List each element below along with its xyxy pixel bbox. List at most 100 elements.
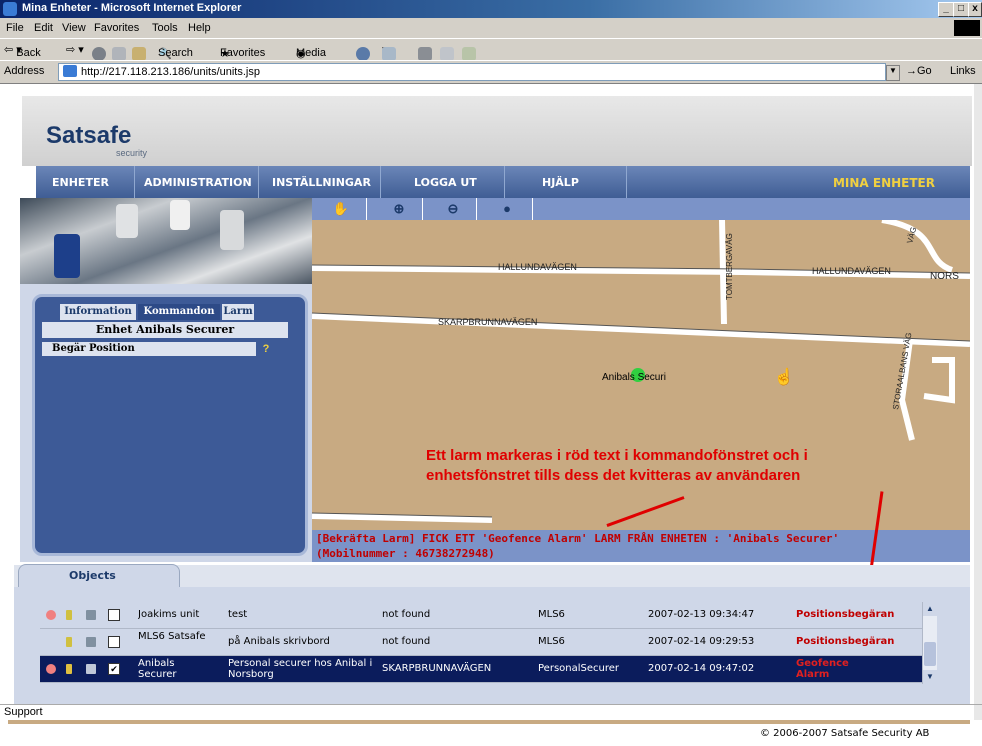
tab-objects[interactable]: Objects <box>18 564 180 587</box>
street-label: HALLUNDAVÄGEN <box>812 266 891 276</box>
table-row[interactable]: MLS6 Satsafe på Anibals skrivbord not fo… <box>40 629 922 656</box>
zoom-out-icon[interactable]: ⊖ <box>438 200 468 218</box>
edit-icon[interactable] <box>86 664 96 674</box>
menu-view[interactable]: View <box>62 22 86 34</box>
scroll-up-icon[interactable]: ▲ <box>923 602 937 616</box>
hand-cursor-icon: ☝ <box>774 367 794 386</box>
links-button[interactable]: Links <box>950 65 976 77</box>
hand-icon[interactable]: ✋ <box>326 200 356 218</box>
annotation-text: Ett larm markeras i röd text i kommandof… <box>426 446 956 486</box>
unit-time: 2007-02-14 09:29:53 <box>648 636 755 647</box>
street-label: HALLUNDAVÄGEN <box>498 262 577 272</box>
go-label: Go <box>917 65 932 77</box>
map-toolbar: ✋ ⊕ ⊖ ● <box>312 198 970 220</box>
nav-administration[interactable]: ADMINISTRATION <box>144 176 252 189</box>
header-band <box>22 96 972 166</box>
media-label: Media <box>296 47 326 59</box>
back-label: Back <box>16 47 41 59</box>
annotation-line-2: enhetsfönstret tills dess det kvitteras … <box>426 467 801 484</box>
unit-location: not found <box>382 636 431 647</box>
status-bar: Support <box>0 704 982 721</box>
row-checkbox[interactable] <box>108 609 120 621</box>
unit-desc: test <box>228 609 248 620</box>
street-label: SKARPBRUNNAVÄGEN <box>438 317 537 327</box>
pin-icon <box>66 637 72 647</box>
close-button[interactable]: x <box>968 2 982 17</box>
address-bar: Address http://217.118.213.186/units/uni… <box>0 60 982 84</box>
command-unit-title: Enhet Anibals Securer <box>42 322 288 338</box>
unit-time: 2007-02-13 09:34:47 <box>648 609 755 620</box>
menu-favorites[interactable]: Favorites <box>94 22 139 34</box>
unit-desc: på Anibals skrivbord <box>228 636 330 647</box>
nav-logga-ut[interactable]: LOGGA UT <box>414 176 477 189</box>
nav-current-page: MINA ENHETER <box>832 176 935 190</box>
main-nav: ENHETER ADMINISTRATION INSTÄLLNINGAR LOG… <box>36 166 970 198</box>
menu-help[interactable]: Help <box>188 22 211 34</box>
scroll-down-icon[interactable]: ▼ <box>923 670 937 684</box>
menu-tools[interactable]: Tools <box>152 22 178 34</box>
alarm-message[interactable]: [Bekräfta Larm] FICK ETT 'Geofence Alarm… <box>316 531 876 561</box>
go-button[interactable]: →Go <box>906 65 932 77</box>
unit-status[interactable]: Positionsbegäran <box>796 629 920 655</box>
pin-icon <box>66 664 72 674</box>
nav-hjalp[interactable]: HJÄLP <box>542 176 579 189</box>
windows-logo-icon <box>954 20 980 36</box>
search-label: Search <box>158 47 193 59</box>
back-button[interactable]: ⇦ Back ▾ <box>4 43 41 59</box>
objects-tab-label: Objects <box>69 569 116 582</box>
maximize-button[interactable]: □ <box>953 2 969 17</box>
tab-kommandon[interactable]: Kommandon <box>138 304 220 320</box>
address-label: Address <box>4 65 45 77</box>
unit-type: PersonalSecurer <box>538 663 620 674</box>
unit-name: Joakims unit <box>138 609 200 620</box>
menu-file[interactable]: File <box>6 22 24 34</box>
zoom-in-icon[interactable]: ⊕ <box>384 200 414 218</box>
browser-toolbar: ⇦ Back ▾ ⇨ ▾ 🔍Search ★Favorites ◉Media ▾ <box>0 38 982 61</box>
forward-button[interactable]: ⇨ ▾ <box>66 43 84 56</box>
row-checkbox-checked[interactable]: ✔ <box>108 663 120 675</box>
table-row-selected[interactable]: ✔ Anibals Securer Personal securer hos A… <box>40 656 922 683</box>
annotation-line-1: Ett larm markeras i röd text i kommandof… <box>426 447 808 464</box>
address-input[interactable]: http://217.118.213.186/units/units.jsp <box>58 63 886 81</box>
minimize-button[interactable]: _ <box>938 2 954 17</box>
favorites-label: Favorites <box>220 47 266 59</box>
tab-larm[interactable]: Larm <box>222 304 254 320</box>
header-photo <box>20 198 312 284</box>
address-dropdown-icon[interactable]: ▼ <box>886 65 900 81</box>
scroll-thumb[interactable] <box>924 642 936 666</box>
window-titlebar[interactable]: Mina Enheter - Microsoft Internet Explor… <box>0 0 982 18</box>
mail-icon[interactable]: ▾ <box>382 43 396 61</box>
command-begar-position[interactable]: Begär Position <box>42 342 256 356</box>
ie-icon <box>3 2 17 16</box>
unit-time: 2007-02-14 09:47:02 <box>648 663 755 674</box>
edit-icon[interactable] <box>86 610 96 620</box>
unit-name: MLS6 Satsafe <box>138 631 206 642</box>
alarm-icon <box>46 664 56 674</box>
unit-type: MLS6 <box>538 609 565 620</box>
unit-name: Anibals Securer <box>138 658 177 680</box>
edit-icon[interactable] <box>86 637 96 647</box>
window-title: Mina Enheter - Microsoft Internet Explor… <box>22 2 242 14</box>
objects-scrollbar[interactable]: ▲ ▼ <box>922 602 937 684</box>
nav-installningar[interactable]: INSTÄLLNINGAR <box>272 176 371 189</box>
table-row[interactable]: Joakims unit test not found MLS6 2007-02… <box>40 602 922 629</box>
unit-location: not found <box>382 609 431 620</box>
brand-logo: Satsafe <box>46 122 132 149</box>
row-checkbox[interactable] <box>108 636 120 648</box>
command-tabs: Information Kommandon Larm <box>60 304 286 320</box>
center-icon[interactable]: ● <box>492 200 522 218</box>
unit-map-label: Anibals Securi <box>602 372 666 383</box>
street-label: TOMTBERGAVÄG <box>725 233 734 300</box>
menu-edit[interactable]: Edit <box>34 22 53 34</box>
unit-status[interactable]: Positionsbegäran <box>796 602 920 628</box>
unit-location: SKARPBRUNNAVÄGEN <box>382 663 492 674</box>
tab-information[interactable]: Information <box>60 304 136 320</box>
brand-tagline: security <box>116 148 148 158</box>
help-icon[interactable]: ? <box>258 342 274 356</box>
page-icon <box>63 65 77 77</box>
alarm-icon <box>46 610 56 620</box>
status-text: Support <box>4 706 43 718</box>
unit-status[interactable]: Geofence Alarm <box>796 658 866 684</box>
nav-enheter[interactable]: ENHETER <box>52 176 109 189</box>
page-scrollbar[interactable] <box>974 84 982 720</box>
